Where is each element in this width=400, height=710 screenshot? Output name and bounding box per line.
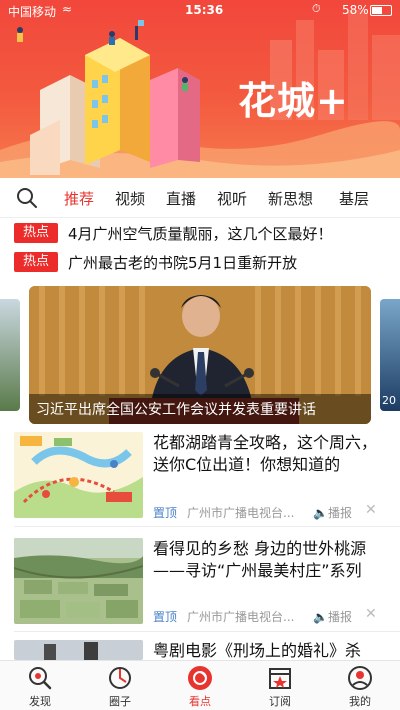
tab-label: 看点: [189, 695, 211, 708]
news-thumbnail[interactable]: [14, 538, 143, 624]
carousel-caption: 习近平出席全国公安工作会议并发表重要讲话: [36, 402, 316, 418]
news-source: 广州市广播电视台...: [187, 610, 295, 624]
play-audio-label: 播报: [327, 610, 352, 624]
close-icon[interactable]: ✕: [365, 606, 377, 622]
map-thumbnail: [14, 432, 143, 518]
speaker-icon: 🔈: [313, 506, 328, 520]
tab-audiovisual[interactable]: 视听: [217, 188, 247, 209]
tab-grassroots[interactable]: 基层: [339, 188, 369, 209]
tab-new-thought[interactable]: 新思想: [268, 188, 313, 209]
wifi-icon: ≈: [62, 2, 73, 16]
tab-highlights[interactable]: 看点: [170, 665, 230, 709]
battery-icon: [370, 5, 392, 16]
hot-news-item[interactable]: 热点 广州最古老的书院5月1日重新开放: [14, 251, 394, 273]
subscribe-icon: [269, 668, 291, 689]
news-source: 广州市广播电视台...: [187, 506, 295, 520]
discover-icon: [29, 667, 52, 690]
close-icon[interactable]: ✕: [365, 502, 377, 518]
app-page: 中国移动 ≈ 15:36 ⏱ 58% 花城+ 推荐 视频 直播 视听 新思想 基…: [0, 0, 400, 710]
carrier-label: 中国移动: [8, 5, 57, 19]
play-audio-button[interactable]: 🔈播报: [313, 504, 352, 521]
bottom-tab-bar: 发现 圈子 看点 订阅 我的: [0, 660, 400, 710]
pinned-label: 置顶: [153, 506, 178, 520]
tab-video[interactable]: 视频: [115, 188, 145, 209]
search-icon[interactable]: [16, 187, 38, 209]
divider: [14, 526, 400, 527]
hot-news-title[interactable]: 4月广州空气质量靓丽，这几个区最好！: [68, 223, 333, 244]
tab-subscribe[interactable]: 订阅: [250, 665, 310, 709]
speaker-icon: 🔈: [313, 610, 328, 624]
tab-recommend[interactable]: 推荐: [64, 188, 94, 209]
tab-label: 我的: [349, 695, 371, 708]
news-meta: 置顶 广州市广播电视台... 🔈播报 ✕: [153, 606, 377, 625]
tab-label: 发现: [29, 695, 51, 708]
news-title[interactable]: 粤剧电影《刑场上的婚礼》杀: [153, 640, 385, 662]
hot-badge: 热点: [14, 252, 58, 272]
news-title[interactable]: 看得见的乡愁 身边的世外桃源——寻访“广州最美村庄”系列: [153, 538, 385, 582]
circle-icon: [109, 667, 131, 689]
play-audio-button[interactable]: 🔈播报: [313, 608, 352, 625]
news-meta: 置顶 广州市广播电视台... 🔈播报 ✕: [153, 502, 377, 521]
hot-badge: 热点: [14, 223, 58, 243]
village-thumbnail: [14, 538, 143, 624]
tab-live[interactable]: 直播: [166, 188, 196, 209]
tab-profile[interactable]: 我的: [330, 665, 390, 709]
news-thumbnail[interactable]: [14, 640, 143, 660]
carousel-next-slide[interactable]: 20: [380, 299, 400, 411]
clock: 15:36: [185, 3, 224, 17]
tab-label: 圈子: [109, 695, 131, 708]
news-thumbnail[interactable]: [14, 432, 143, 518]
play-audio-label: 播报: [327, 506, 352, 520]
tab-discover[interactable]: 发现: [10, 665, 70, 709]
news-title[interactable]: 花都湖踏青全攻略，这个周六，送你C位出道！你想知道的: [153, 432, 385, 476]
alarm-icon: ⏱: [312, 2, 321, 15]
tab-label: 订阅: [269, 695, 291, 708]
battery-percent: 58%: [342, 3, 369, 17]
status-bar: 中国移动 ≈ 15:36 ⏱ 58%: [0, 0, 400, 22]
carousel-slide[interactable]: 习近平出席全国公安工作会议并发表重要讲话: [29, 286, 371, 424]
hot-news-item[interactable]: 热点 4月广州空气质量靓丽，这几个区最好！: [14, 222, 394, 244]
app-logo: 花城+: [238, 79, 349, 123]
carousel-prev-slide[interactable]: [0, 299, 20, 411]
next-slide-peek-text: 20: [382, 394, 396, 407]
highlights-icon: [188, 666, 212, 690]
header-banner[interactable]: 中国移动 ≈ 15:36 ⏱ 58% 花城+: [0, 0, 400, 178]
category-nav: 推荐 视频 直播 视听 新思想 基层: [0, 178, 400, 218]
hot-news-title[interactable]: 广州最古老的书院5月1日重新开放: [68, 252, 297, 273]
tab-circle[interactable]: 圈子: [90, 665, 150, 709]
opera-thumbnail: [14, 640, 143, 660]
profile-icon: [348, 666, 372, 690]
pinned-label: 置顶: [153, 610, 178, 624]
divider: [14, 631, 400, 632]
